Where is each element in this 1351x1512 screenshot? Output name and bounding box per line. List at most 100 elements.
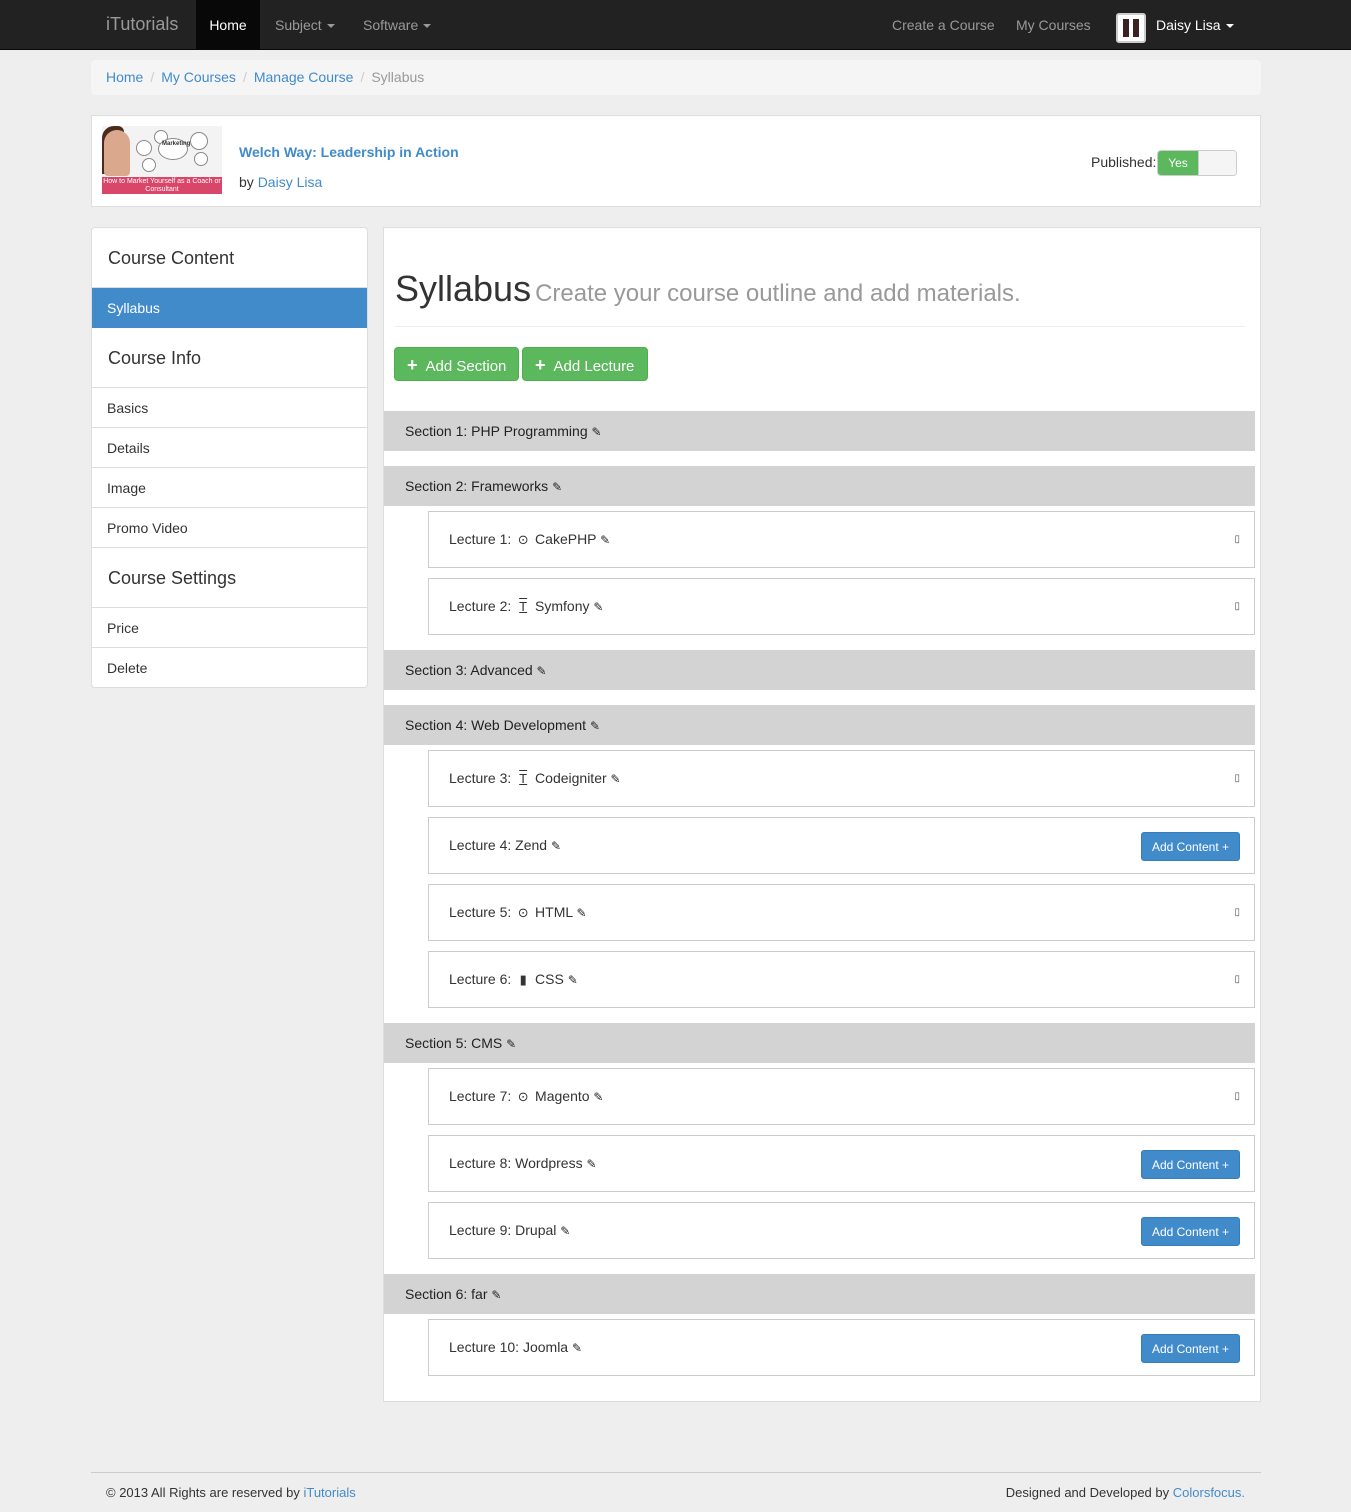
pencil-icon[interactable]: ✎ [586,1157,596,1171]
section-row[interactable]: Section 3: Advanced ✎ [384,650,1255,690]
breadcrumb-home[interactable]: Home [106,69,143,85]
pencil-icon[interactable]: ✎ [592,425,602,439]
lecture-row[interactable]: Lecture 9: Drupal ✎ Add Content + [428,1202,1255,1259]
pencil-icon[interactable]: ✎ [537,664,547,678]
pencil-icon[interactable]: ✎ [552,480,562,494]
add-section-button[interactable]: + Add Section [394,347,519,381]
add-section-label: Add Section [425,358,507,375]
section-row[interactable]: Section 5: CMS ✎ [384,1023,1255,1063]
expand-icon[interactable]: ▯ [1234,601,1240,612]
lecture-prefix: Lecture 2: [449,598,512,614]
course-sidebar: Course Content Syllabus Course Info Basi… [91,227,368,688]
lecture-name: CSS [535,971,564,987]
expand-icon[interactable]: ▯ [1234,1091,1240,1102]
nav-my-courses[interactable]: My Courses [1016,0,1091,50]
pencil-icon[interactable]: ✎ [593,600,603,614]
pencil-icon[interactable]: ✎ [611,772,621,786]
lecture-text: Lecture 6: ▮ CSS ✎ [449,971,578,988]
sidebar-item-basics[interactable]: Basics [92,388,367,428]
pencil-icon[interactable]: ✎ [572,1341,582,1355]
sidebar-item-details[interactable]: Details [92,428,367,468]
pencil-icon[interactable]: ✎ [568,973,578,987]
add-content-button[interactable]: Add Content + [1140,1150,1240,1179]
thumbnail-face [104,130,130,176]
video-icon: ⊙ [517,1089,529,1104]
video-icon: ⊙ [517,532,529,547]
lecture-name: HTML [535,904,573,920]
lecture-row[interactable]: Lecture 5: ⊙ HTML ✎ ▯ [428,884,1255,941]
lecture-row[interactable]: Lecture 10: Joomla ✎ Add Content + [428,1319,1255,1376]
breadcrumb-my-courses[interactable]: My Courses [161,69,236,85]
footer-developer-link[interactable]: Colorsfocus. [1173,1485,1245,1500]
lecture-row[interactable]: Lecture 4: Zend ✎ Add Content + [428,817,1255,874]
pencil-icon[interactable]: ✎ [593,1090,603,1104]
lecture-row[interactable]: Lecture 8: Wordpress ✎ Add Content + [428,1135,1255,1192]
add-content-button[interactable]: Add Content + [1140,832,1240,861]
expand-icon[interactable]: ▯ [1234,773,1240,784]
nav-software-dropdown[interactable]: Software [363,0,432,50]
lecture-name: CakePHP [535,531,597,547]
pencil-icon[interactable]: ✎ [491,1288,501,1302]
published-toggle[interactable]: Yes [1157,150,1237,176]
gear-icon [194,152,208,166]
sidebar-item-delete[interactable]: Delete [92,648,367,687]
sidebar-item-syllabus[interactable]: Syllabus [92,288,367,328]
gear-icon [136,140,152,156]
lecture-name: Symfony [535,598,590,614]
lecture-row[interactable]: Lecture 1: ⊙ CakePHP ✎ ▯ [428,511,1255,568]
lecture-name: Drupal [515,1222,557,1238]
section-row[interactable]: Section 4: Web Development ✎ [384,705,1255,745]
section-row[interactable]: Section 2: Frameworks ✎ [384,466,1255,506]
page-title: Syllabus Create your course outline and a… [395,268,1021,310]
section-label: Section 1: PHP Programming [405,423,588,439]
pencil-icon[interactable]: ✎ [600,533,610,547]
sidebar-item-promo-video[interactable]: Promo Video [92,508,367,548]
lecture-prefix: Lecture 1: [449,531,512,547]
add-content-button[interactable]: Add Content + [1140,1217,1240,1246]
add-content-button[interactable]: Add Content + [1140,1334,1240,1363]
thumbnail-word: Marketing [162,141,191,147]
course-author[interactable]: Daisy Lisa [258,174,323,190]
pencil-icon[interactable]: ✎ [560,1224,570,1238]
nav-create-course[interactable]: Create a Course [892,0,995,50]
file-icon: ▮ [519,972,527,987]
section-row[interactable]: Section 6: far ✎ [384,1274,1255,1314]
sidebar-item-image[interactable]: Image [92,468,367,508]
section-row[interactable]: Section 1: PHP Programming ✎ [384,411,1255,451]
sidebar-heading-course-settings: Course Settings [92,548,367,608]
expand-icon[interactable]: ▯ [1234,534,1240,545]
lecture-prefix: Lecture 3: [449,770,512,786]
expand-icon[interactable]: ▯ [1234,974,1240,985]
footer-brand-link[interactable]: iTutorials [303,1485,355,1500]
breadcrumb-current: Syllabus [371,69,425,85]
section-label: Section 6: far [405,1286,488,1302]
lecture-row[interactable]: Lecture 3: T Codeigniter ✎ ▯ [428,750,1255,807]
gear-icon [142,158,156,172]
lecture-text: Lecture 8: Wordpress ✎ [449,1155,597,1171]
pencil-icon[interactable]: ✎ [506,1037,516,1051]
course-title[interactable]: Welch Way: Leadership in Action [239,144,459,160]
course-thumbnail[interactable]: Marketing How to Market Yourself as a Co… [102,126,222,194]
user-avatar[interactable] [1116,13,1146,43]
pencil-icon[interactable]: ✎ [590,719,600,733]
brand-logo[interactable]: iTutorials [106,14,178,35]
expand-icon[interactable]: ▯ [1234,907,1240,918]
lecture-row[interactable]: Lecture 7: ⊙ Magento ✎ ▯ [428,1068,1255,1125]
lecture-row[interactable]: Lecture 6: ▮ CSS ✎ ▯ [428,951,1255,1008]
pencil-icon[interactable]: ✎ [577,906,587,920]
add-lecture-button[interactable]: + Add Lecture [522,347,648,381]
sidebar-item-price[interactable]: Price [92,608,367,648]
lecture-row[interactable]: Lecture 2: T Symfony ✎ ▯ [428,578,1255,635]
published-label: Published: [1091,154,1157,170]
caret-down-icon [326,24,335,29]
add-lecture-label: Add Lecture [553,358,635,375]
pencil-icon[interactable]: ✎ [551,839,561,853]
lecture-text: Lecture 10: Joomla ✎ [449,1339,582,1355]
nav-software-label: Software [363,17,419,33]
breadcrumb: Home / My Courses / Manage Course / Syllabus [91,60,1261,95]
user-menu-dropdown[interactable]: Daisy Lisa [1156,0,1234,50]
text-icon: T [519,771,528,786]
breadcrumb-manage-course[interactable]: Manage Course [254,69,354,85]
nav-home[interactable]: Home [196,0,260,50]
nav-subject-dropdown[interactable]: Subject [275,0,335,50]
